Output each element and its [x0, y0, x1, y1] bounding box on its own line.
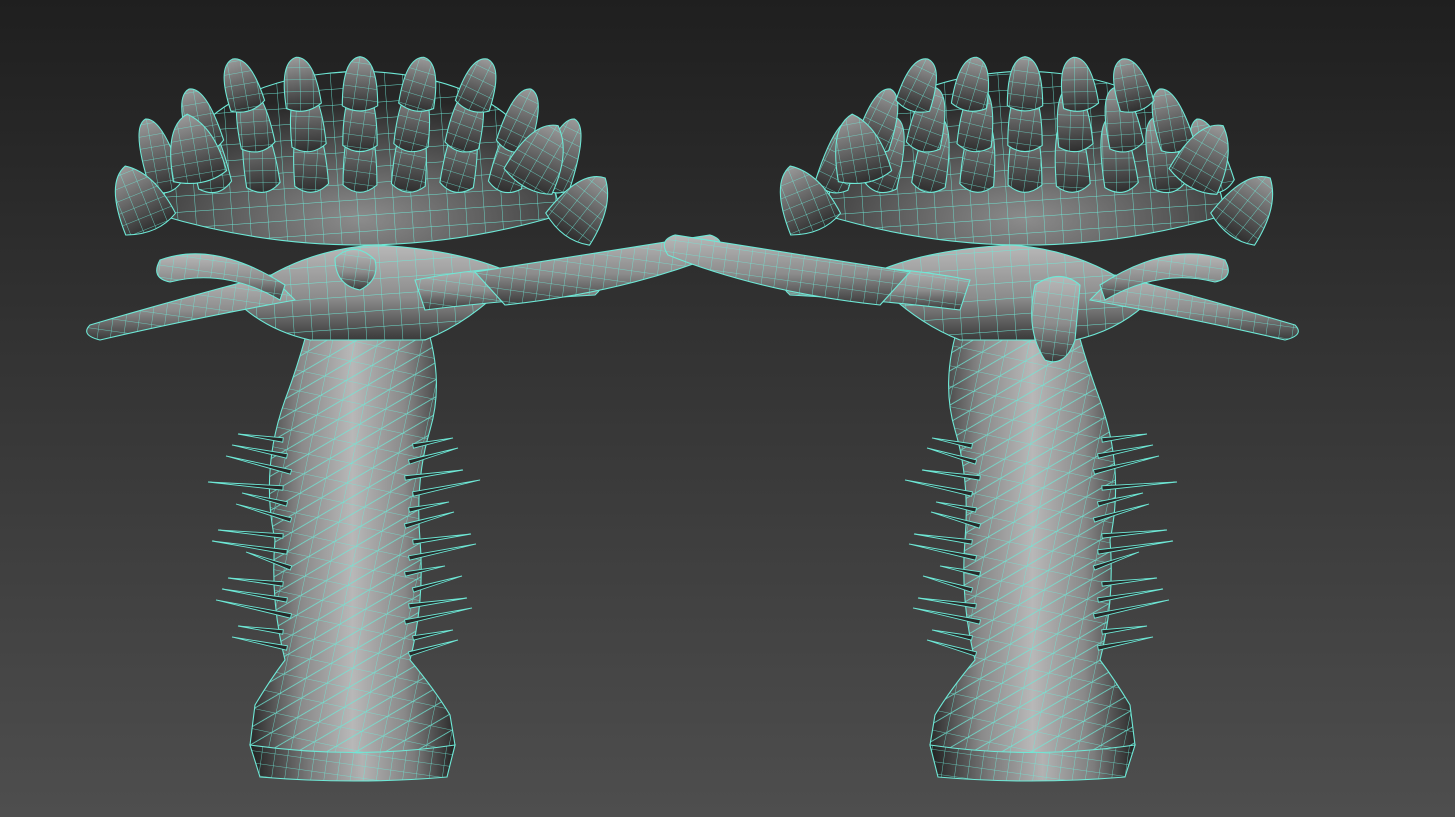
viewport-canvas[interactable]	[0, 0, 1455, 817]
3d-viewport[interactable]	[0, 0, 1455, 817]
